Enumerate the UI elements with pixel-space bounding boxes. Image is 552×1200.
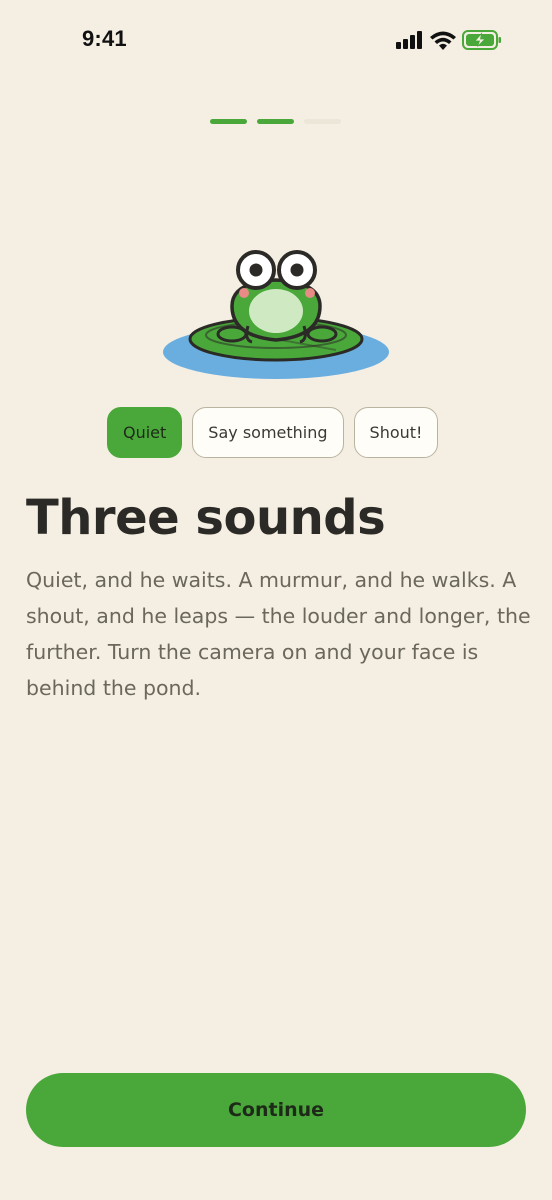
sound-option-chips: Quiet Say something Shout! <box>107 407 439 458</box>
onboarding-progress <box>210 119 341 124</box>
signal-icon <box>396 31 422 49</box>
status-icons <box>396 30 502 50</box>
chip-shout[interactable]: Shout! <box>353 407 439 458</box>
progress-step-3 <box>304 119 341 124</box>
continue-button[interactable]: Continue <box>26 1073 526 1147</box>
description-text: Quiet, and he waits. A murmur, and he wa… <box>26 568 531 700</box>
progress-step-1 <box>210 119 247 124</box>
status-bar: 9:41 <box>0 0 552 80</box>
chip-say-something[interactable]: Say something <box>192 407 344 458</box>
wifi-icon <box>430 31 456 50</box>
chip-quiet[interactable]: Quiet <box>107 407 183 458</box>
progress-step-2 <box>257 119 294 124</box>
page-title: Three sounds <box>26 490 386 546</box>
battery-charging-icon <box>462 30 501 50</box>
status-time: 9:41 <box>82 26 127 51</box>
frog-illustration <box>163 250 389 379</box>
